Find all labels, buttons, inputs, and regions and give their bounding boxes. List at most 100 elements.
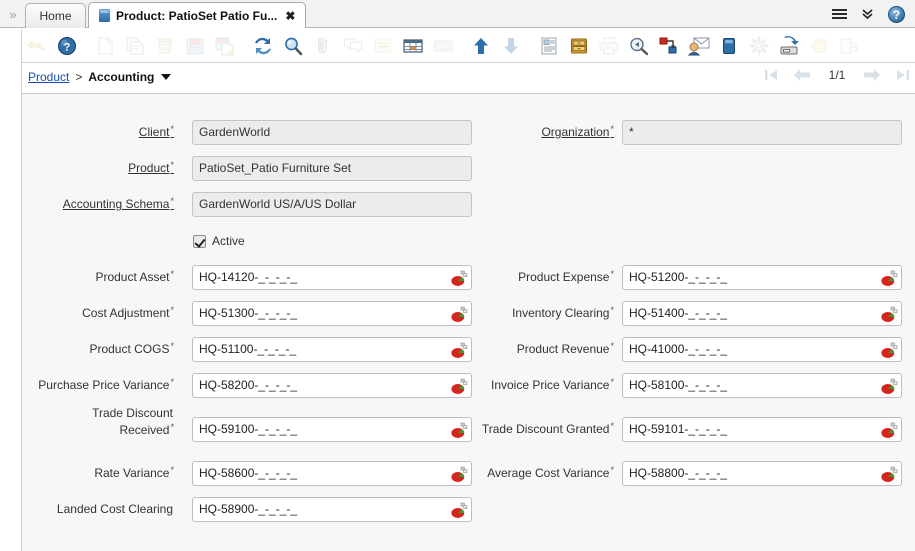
refresh-button[interactable] bbox=[248, 31, 278, 61]
input-product[interactable]: PatioSet_Patio Furniture Set bbox=[192, 156, 472, 181]
field-row-product-revenue: Product Revenue* HQ-41000-_-_-_-_ bbox=[452, 337, 902, 363]
input-product-asset[interactable]: HQ-14120-_-_-_-_ bbox=[192, 265, 472, 290]
label-product-cogs: Product COGS* bbox=[89, 341, 174, 356]
first-page-button[interactable] bbox=[763, 68, 779, 82]
close-icon[interactable]: ✖ bbox=[285, 9, 295, 23]
page-position: 1/1 bbox=[828, 68, 846, 82]
attach-note-button[interactable] bbox=[804, 31, 834, 61]
field-row-accounting-schema: Accounting Schema* GardenWorld US/A/US D… bbox=[22, 192, 472, 218]
field-row-active: Active bbox=[193, 234, 245, 248]
input-organization[interactable]: * bbox=[622, 120, 902, 145]
report-button[interactable] bbox=[534, 31, 564, 61]
field-row-trade-discount-received: Trade Discount Received* HQ-59100-_-_-_-… bbox=[22, 406, 472, 443]
tab-bar: » Home Product: PatioSet Patio Fu... ✖ ? bbox=[0, 0, 915, 28]
chat-button[interactable] bbox=[338, 31, 368, 61]
label-accounting-schema: Accounting Schema* bbox=[62, 196, 174, 211]
active-checkbox[interactable] bbox=[193, 234, 206, 248]
save-button[interactable] bbox=[180, 31, 210, 61]
input-inventory-clearing[interactable]: HQ-51400-_-_-_-_ bbox=[622, 301, 902, 326]
label-cost-adjustment: Cost Adjustment* bbox=[82, 305, 174, 320]
request-button[interactable] bbox=[684, 31, 714, 61]
field-row-rate-variance: Rate Variance* HQ-58600-_-_-_-_ bbox=[22, 461, 472, 487]
main-toolbar: ? bbox=[22, 29, 915, 63]
input-trade-discount-granted[interactable]: HQ-59101-_-_-_-_ bbox=[622, 417, 902, 442]
tab-home-label: Home bbox=[39, 9, 72, 23]
chevron-down-icon[interactable] bbox=[161, 74, 172, 80]
save-create-button[interactable] bbox=[210, 31, 240, 61]
input-cost-adjustment[interactable]: HQ-51300-_-_-_-_ bbox=[192, 301, 472, 326]
input-invoice-price-variance[interactable]: HQ-58100-_-_-_-_ bbox=[622, 373, 902, 398]
previous-page-button[interactable] bbox=[793, 68, 811, 82]
account-combination-picker[interactable] bbox=[879, 304, 899, 324]
breadcrumb-root-link[interactable]: Product bbox=[28, 70, 69, 84]
undo-button[interactable] bbox=[22, 31, 52, 61]
tab-product-accounting[interactable]: Product: PatioSet Patio Fu... ✖ bbox=[88, 2, 307, 28]
menu-hamburger-icon[interactable] bbox=[832, 8, 847, 20]
zoom-across-button[interactable] bbox=[624, 31, 654, 61]
label-trade-discount-received: Trade Discount Received* bbox=[92, 406, 174, 437]
product-doc-icon bbox=[99, 9, 110, 22]
input-accounting-schema[interactable]: GardenWorld US/A/US Dollar bbox=[192, 192, 472, 217]
tab-bar-actions: ? bbox=[832, 0, 911, 28]
find-button[interactable] bbox=[278, 31, 308, 61]
chevron-double-down-icon[interactable] bbox=[861, 8, 874, 21]
field-row-cost-adjustment: Cost Adjustment* HQ-51300-_-_-_-_ bbox=[22, 301, 472, 327]
detail-record-button[interactable] bbox=[496, 31, 526, 61]
label-inventory-clearing: Inventory Clearing* bbox=[512, 305, 614, 320]
input-average-cost-variance[interactable]: HQ-58800-_-_-_-_ bbox=[622, 461, 902, 486]
field-row-organization: Organization* * bbox=[452, 120, 902, 146]
export-button[interactable] bbox=[774, 31, 804, 61]
input-purchase-price-variance[interactable]: HQ-58200-_-_-_-_ bbox=[192, 373, 472, 398]
account-combination-picker[interactable] bbox=[879, 340, 899, 360]
tab-home[interactable]: Home bbox=[25, 3, 86, 28]
account-combination-picker[interactable] bbox=[879, 376, 899, 396]
label-product-expense: Product Expense* bbox=[518, 269, 614, 284]
product-info-button[interactable] bbox=[714, 31, 744, 61]
end-button[interactable] bbox=[834, 31, 864, 61]
input-landed-cost-clearing[interactable]: HQ-58900-_-_-_-_ bbox=[192, 497, 472, 522]
field-row-average-cost-variance: Average Cost Variance* HQ-58800-_-_-_-_ bbox=[452, 461, 902, 487]
next-page-button[interactable] bbox=[863, 68, 881, 82]
account-combination-picker[interactable] bbox=[879, 268, 899, 288]
help-button[interactable]: ? bbox=[52, 31, 82, 61]
active-workflow-button[interactable] bbox=[654, 31, 684, 61]
attachment-button[interactable] bbox=[308, 31, 338, 61]
postit-button[interactable] bbox=[368, 31, 398, 61]
input-client[interactable]: GardenWorld bbox=[192, 120, 472, 145]
input-product-expense[interactable]: HQ-51200-_-_-_-_ bbox=[622, 265, 902, 290]
new-record-button[interactable] bbox=[90, 31, 120, 61]
preference-button[interactable] bbox=[744, 31, 774, 61]
parent-record-button[interactable] bbox=[466, 31, 496, 61]
breadcrumb-current: Accounting bbox=[88, 70, 155, 84]
breadcrumb: Product > Accounting bbox=[28, 70, 172, 84]
breadcrumb-separator: > bbox=[75, 70, 83, 84]
expand-menu-icon[interactable]: » bbox=[4, 6, 22, 24]
account-combination-picker[interactable] bbox=[879, 464, 899, 484]
application-window: » Home Product: PatioSet Patio Fu... ✖ ?… bbox=[0, 0, 915, 551]
account-combination-picker[interactable] bbox=[879, 420, 899, 440]
field-row-inventory-clearing: Inventory Clearing* HQ-51400-_-_-_-_ bbox=[452, 301, 902, 327]
field-row-product-expense: Product Expense* HQ-51200-_-_-_-_ bbox=[452, 265, 902, 291]
label-product-revenue: Product Revenue* bbox=[516, 341, 614, 356]
accounting-form: Client* GardenWorld Product* PatioSet_Pa… bbox=[22, 94, 915, 551]
label-product: Product* bbox=[128, 160, 174, 175]
help-icon[interactable]: ? bbox=[888, 5, 905, 23]
input-trade-discount-received[interactable]: HQ-59100-_-_-_-_ bbox=[192, 417, 472, 442]
label-trade-discount-granted: Trade Discount Granted* bbox=[481, 421, 614, 436]
multi-row-button[interactable] bbox=[428, 31, 458, 61]
last-page-button[interactable] bbox=[895, 68, 911, 82]
breadcrumb-bar: Product > Accounting 1/1 bbox=[22, 63, 915, 94]
input-product-cogs[interactable]: HQ-51100-_-_-_-_ bbox=[192, 337, 472, 362]
archive-button[interactable] bbox=[564, 31, 594, 61]
field-row-product-asset: Product Asset* HQ-14120-_-_-_-_ bbox=[22, 265, 472, 291]
input-product-revenue[interactable]: HQ-41000-_-_-_-_ bbox=[622, 337, 902, 362]
account-combination-picker[interactable] bbox=[449, 500, 469, 520]
input-rate-variance[interactable]: HQ-58600-_-_-_-_ bbox=[192, 461, 472, 486]
label-landed-cost-clearing: Landed Cost Clearing bbox=[56, 502, 173, 516]
grid-toggle-button[interactable] bbox=[398, 31, 428, 61]
print-button[interactable] bbox=[594, 31, 624, 61]
delete-record-button[interactable] bbox=[150, 31, 180, 61]
copy-record-button[interactable] bbox=[120, 31, 150, 61]
field-row-trade-discount-granted: Trade Discount Granted* HQ-59101-_-_-_-_ bbox=[452, 417, 902, 443]
field-row-landed-cost-clearing: Landed Cost Clearing HQ-58900-_-_-_-_ bbox=[22, 497, 472, 523]
